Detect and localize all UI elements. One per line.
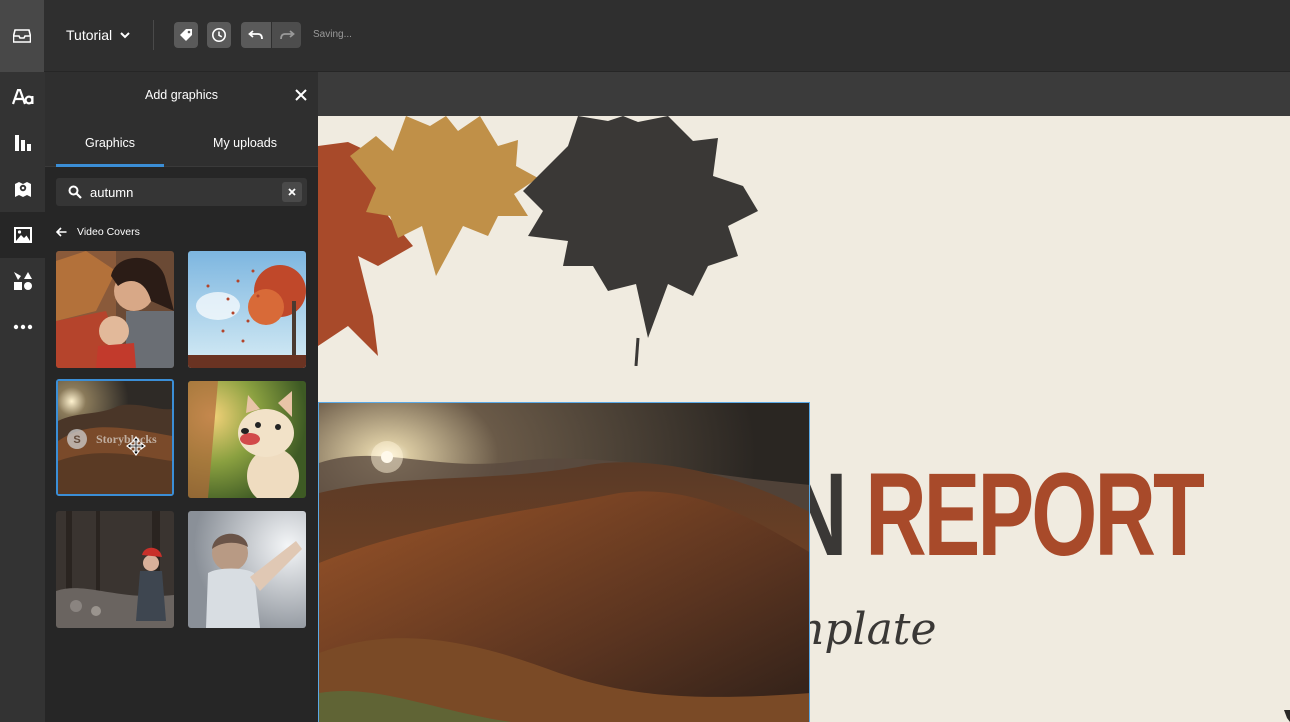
close-icon[interactable]	[294, 88, 308, 102]
tag-icon	[180, 29, 192, 41]
search-input[interactable]	[90, 182, 280, 202]
thumbnail-dog[interactable]	[188, 381, 306, 498]
more-icon	[13, 324, 32, 330]
toolbar-divider	[153, 20, 154, 50]
redo-icon	[279, 30, 295, 40]
rail-chart-button[interactable]	[0, 120, 45, 166]
history-icon	[212, 28, 226, 42]
shapes-icon	[13, 272, 32, 290]
text-icon	[11, 89, 34, 105]
image-icon	[13, 227, 32, 243]
thumbnail-boy-reaching[interactable]	[188, 511, 306, 628]
tag-button[interactable]	[174, 22, 198, 48]
thumbnail-mountain-sunset[interactable]: S Storyblocks	[56, 379, 174, 496]
back-to-categories[interactable]: Video Covers	[56, 223, 140, 241]
history-button[interactable]	[207, 22, 231, 48]
clear-icon	[288, 188, 296, 196]
chart-icon	[14, 135, 31, 151]
panel-title: Add graphics	[145, 88, 218, 102]
slide-subtitle[interactable]: nplate	[796, 604, 937, 655]
panel-header: Add graphics	[45, 72, 318, 119]
slide-title[interactable]: N REPORT	[786, 456, 1205, 574]
rail-more-button[interactable]	[0, 304, 45, 350]
save-status: Saving...	[313, 29, 352, 40]
video-cover-dragging[interactable]	[318, 402, 810, 722]
rail-shapes-button[interactable]	[0, 258, 45, 304]
undo-button[interactable]	[241, 22, 271, 48]
svg-text:Storyblocks: Storyblocks	[96, 432, 157, 446]
rail-image-button[interactable]	[0, 212, 45, 258]
rail-map-button[interactable]	[0, 166, 45, 212]
search-box	[56, 178, 307, 206]
panel-tabs: Graphics My uploads	[45, 119, 318, 167]
chevron-down-icon	[120, 32, 130, 39]
add-graphics-panel: Add graphics Graphics My uploads Video C…	[45, 72, 318, 722]
undo-icon	[248, 30, 263, 40]
search-icon	[68, 185, 82, 199]
top-toolbar: Tutorial Saving...	[0, 0, 1290, 72]
autumn-leaves-graphic[interactable]	[318, 116, 778, 366]
tool-rail	[0, 72, 45, 722]
editor-canvas: N REPORT nplate	[318, 72, 1290, 722]
svg-text:S: S	[73, 434, 80, 446]
inbox-icon	[13, 29, 31, 43]
tab-my-uploads[interactable]: My uploads	[190, 119, 300, 166]
thumbnail-autumn-tree[interactable]	[188, 251, 306, 368]
thumbnail-child-woods[interactable]	[56, 511, 174, 628]
corner-leaf-fragment	[1284, 710, 1290, 722]
map-icon	[14, 182, 31, 197]
search-clear-button[interactable]	[282, 182, 302, 202]
tab-graphics[interactable]: Graphics	[56, 119, 164, 167]
slide[interactable]: N REPORT nplate	[318, 116, 1290, 722]
redo-button[interactable]	[272, 22, 301, 48]
menu-button[interactable]	[0, 0, 44, 72]
arrow-left-icon	[56, 227, 67, 237]
rail-text-button[interactable]	[0, 74, 45, 120]
title-accent-part: REPORT	[865, 449, 1205, 581]
thumbnail-mother-child[interactable]	[56, 251, 174, 368]
document-title-dropdown[interactable]: Tutorial	[66, 24, 132, 46]
document-title: Tutorial	[66, 27, 113, 43]
category-label: Video Covers	[77, 226, 140, 238]
